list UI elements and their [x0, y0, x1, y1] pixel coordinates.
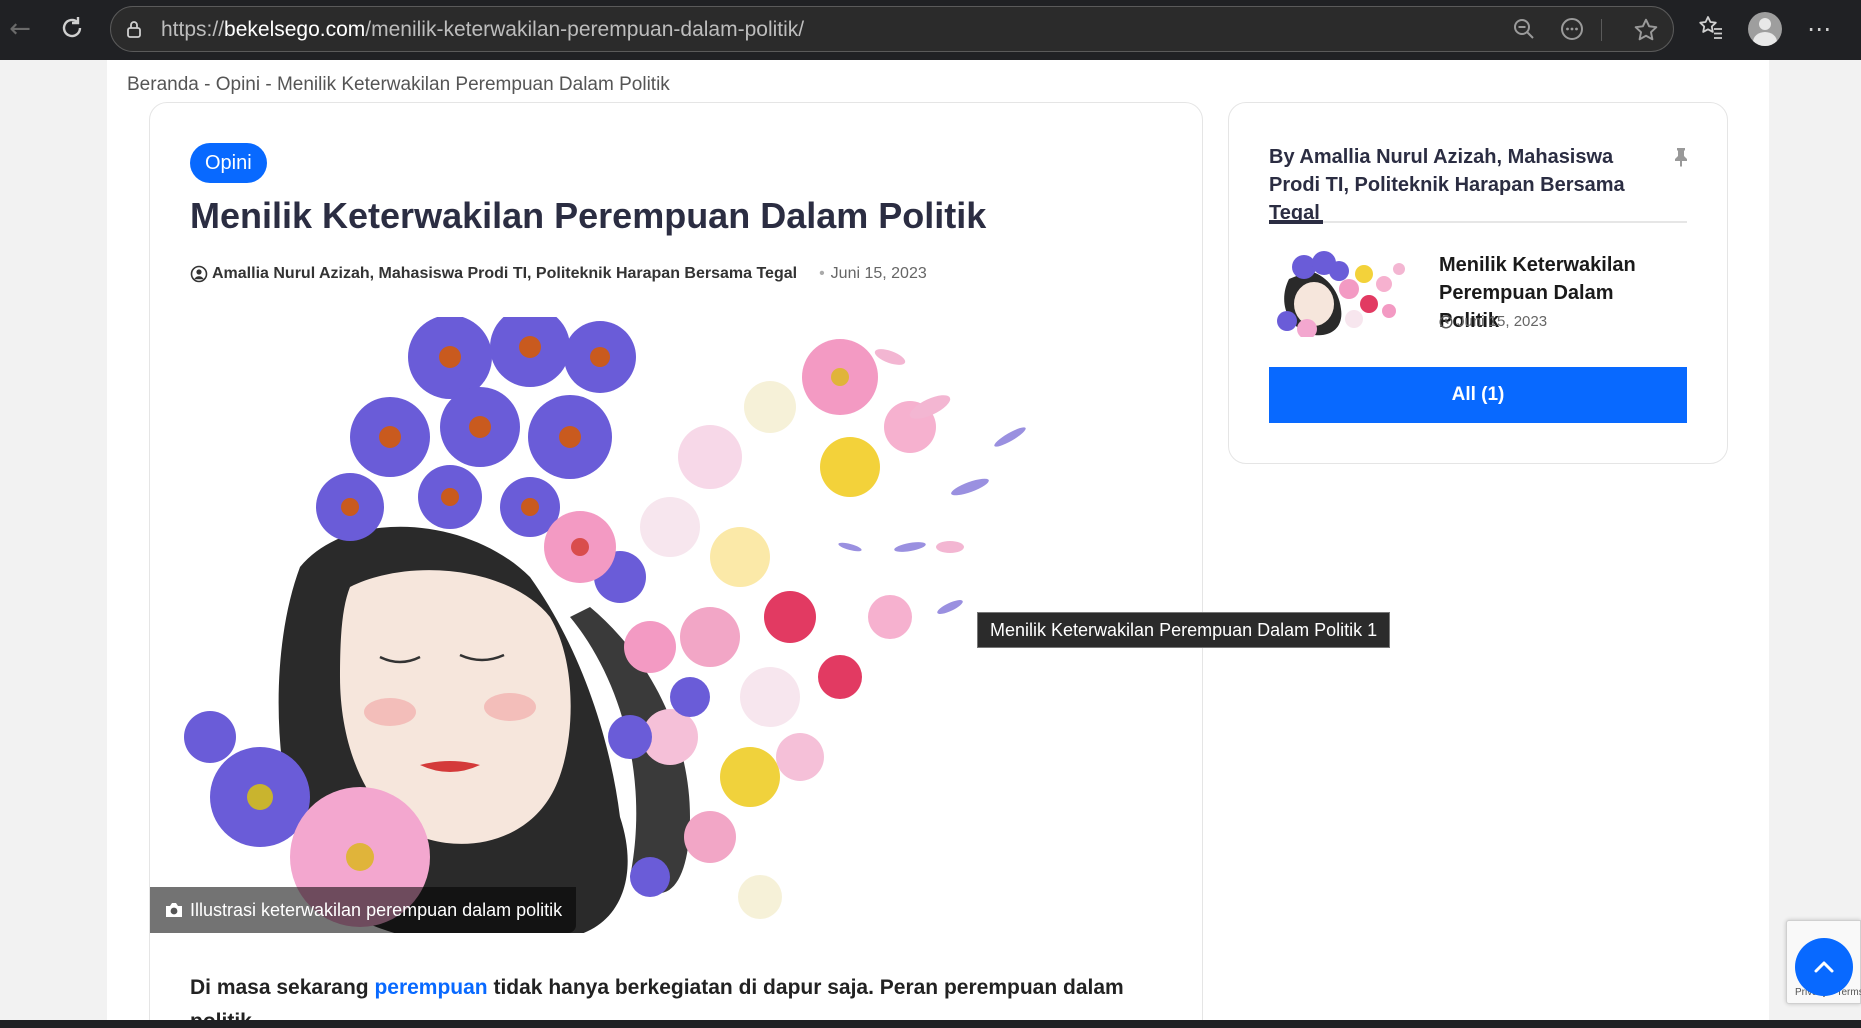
- favorites-icon[interactable]: [1696, 14, 1726, 44]
- breadcrumb[interactable]: Beranda - Opini - Menilik Keterwakilan P…: [127, 74, 670, 96]
- web-page: Beranda - Opini - Menilik Keterwakilan P…: [107, 60, 1769, 1028]
- perempuan-link[interactable]: perempuan: [374, 976, 487, 999]
- address-separator: [1601, 19, 1602, 41]
- body-text-start: Di masa sekarang: [190, 976, 375, 999]
- address-bar[interactable]: https://bekelsego.com/menilik-keterwakil…: [110, 6, 1674, 52]
- article-meta: Amallia Nurul Azizah, Mahasiswa Prodi TI…: [190, 265, 927, 283]
- widget-title: By Amallia Nurul Azizah, Mahasiswa Prodi…: [1269, 146, 1625, 224]
- zoom-out-icon[interactable]: [1511, 17, 1537, 43]
- back-to-top-button[interactable]: [1795, 938, 1853, 996]
- url-host: bekelsego.com: [224, 18, 366, 41]
- chevron-up-icon: [1814, 961, 1834, 973]
- widget-title-divider: [1269, 220, 1687, 224]
- article-title: Menilik Keterwakilan Perempuan Dalam Pol…: [190, 195, 987, 236]
- category-badge[interactable]: Opini: [190, 143, 267, 183]
- url-path: /menilik-keterwakilan-perempuan-dalam-po…: [365, 18, 805, 41]
- article-date: Juni 15, 2023: [830, 265, 927, 282]
- taskbar-edge: [0, 1020, 1861, 1028]
- author-link[interactable]: Amallia Nurul Azizah, Mahasiswa Prodi TI…: [212, 265, 797, 283]
- favorite-star-icon[interactable]: [1633, 17, 1659, 43]
- user-circle-icon: [190, 265, 208, 283]
- back-icon[interactable]: ←: [4, 14, 36, 46]
- pin-icon: [1675, 148, 1687, 167]
- reload-icon[interactable]: [56, 14, 88, 46]
- clock-icon: [1439, 314, 1453, 329]
- post-thumbnail[interactable]: [1269, 249, 1411, 337]
- profile-avatar-icon[interactable]: [1748, 12, 1782, 46]
- lock-icon[interactable]: [125, 20, 143, 38]
- sidebar-widget: By Amallia Nurul Azizah, Mahasiswa Prodi…: [1228, 102, 1728, 464]
- more-menu-icon[interactable]: ⋯: [1804, 14, 1834, 44]
- camera-icon: [166, 903, 182, 917]
- url-prefix: https://: [161, 18, 225, 41]
- article-card: Opini Menilik Keterwakilan Perempuan Dal…: [149, 102, 1203, 1028]
- recent-post-date-text: Juni 15, 2023: [1457, 313, 1548, 330]
- image-tooltip: Menilik Keterwakilan Perempuan Dalam Pol…: [977, 612, 1391, 648]
- browser-toolbar: ← https://bekelsego.com/menilik-keterwak…: [0, 0, 1861, 60]
- recent-post-date: Juni 15, 2023: [1439, 313, 1547, 330]
- page-actions-icon[interactable]: [1559, 17, 1585, 43]
- image-caption: Illustrasi keterwakilan perempuan dalam …: [150, 887, 577, 933]
- caption-text: Illustrasi keterwakilan perempuan dalam …: [190, 900, 563, 920]
- url-text[interactable]: https://bekelsego.com/menilik-keterwakil…: [161, 18, 804, 42]
- meta-dot: •: [819, 265, 825, 282]
- all-posts-button[interactable]: All (1): [1269, 367, 1687, 423]
